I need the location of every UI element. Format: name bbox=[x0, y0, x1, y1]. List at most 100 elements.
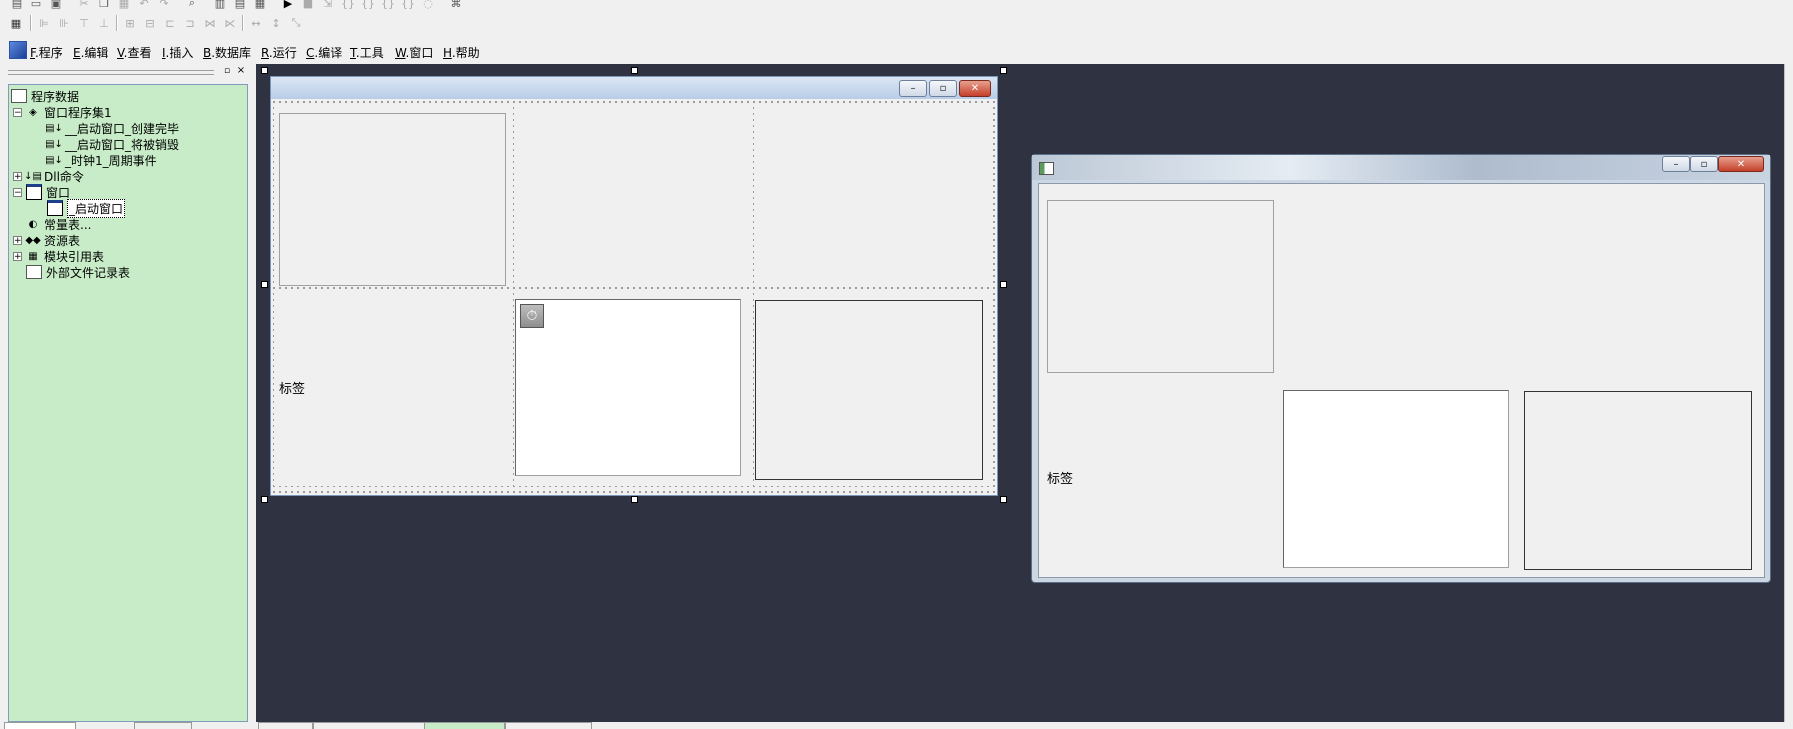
expand-icon[interactable]: + bbox=[13, 235, 22, 245]
resize-handle[interactable] bbox=[1000, 496, 1007, 503]
resize-handle[interactable] bbox=[261, 67, 268, 74]
same-width-icon[interactable]: ⊏ bbox=[162, 16, 178, 30]
design-form-titlebar[interactable]: – ▫ ✕ bbox=[271, 77, 997, 99]
calculator-icon[interactable]: ▦ bbox=[8, 16, 24, 30]
minimize-button[interactable]: – bbox=[899, 80, 927, 97]
save-icon[interactable]: ▣ bbox=[48, 0, 64, 10]
menu-bar: F.程序 E.编辑 V.查看 I.插入 B.数据库 R.运行 C.编译 T.工具… bbox=[0, 41, 1793, 63]
new-file-icon[interactable]: ▤ bbox=[9, 0, 25, 10]
layout-2-icon[interactable]: ▤ bbox=[232, 0, 248, 10]
resize-handle[interactable] bbox=[261, 496, 268, 503]
app-icon bbox=[9, 41, 27, 59]
close-button[interactable]: ✕ bbox=[959, 80, 991, 97]
height-icon[interactable]: ↕ bbox=[268, 16, 284, 30]
cut-icon[interactable]: ✂ bbox=[76, 0, 92, 10]
picture-box[interactable] bbox=[1283, 390, 1509, 568]
tree-item-window[interactable]: − 窗口 bbox=[13, 184, 70, 200]
menu-run[interactable]: R.运行 bbox=[261, 44, 297, 61]
binoculars-icon[interactable]: ⌘ bbox=[448, 0, 464, 10]
align-right-icon[interactable]: ⊪ bbox=[56, 16, 72, 30]
center-horizontal-icon[interactable]: ⊞ bbox=[122, 16, 138, 30]
same-height-icon[interactable]: ⊐ bbox=[182, 16, 198, 30]
maximize-button[interactable]: ▫ bbox=[929, 80, 957, 97]
tree-root[interactable]: 程序数据 bbox=[11, 88, 79, 104]
minimize-button[interactable]: – bbox=[1662, 156, 1690, 172]
window-app-icon bbox=[1039, 162, 1054, 175]
tree-item-constants[interactable]: ◐ 常量表... bbox=[26, 216, 92, 232]
close-button[interactable]: ✕ bbox=[1718, 156, 1764, 172]
table-cell[interactable] bbox=[274, 290, 510, 486]
run-window-titlebar[interactable]: – ▫ ✕ bbox=[1032, 155, 1770, 180]
open-file-icon[interactable]: ▭ bbox=[28, 0, 44, 10]
layout-1-icon[interactable]: ▥ bbox=[212, 0, 228, 10]
space-vertical-icon[interactable]: ⋉ bbox=[222, 16, 238, 30]
undo-icon[interactable]: ↶ bbox=[136, 0, 152, 10]
run-icon[interactable]: ▶ bbox=[280, 0, 296, 10]
table-cell[interactable] bbox=[514, 103, 750, 283]
tree-item-sub[interactable]: ▤↓ _时钟1_周期事件 bbox=[45, 152, 157, 168]
tree-item-dll[interactable]: + ↓▤ Dll命令 bbox=[13, 168, 84, 184]
tree-item-sub[interactable]: ▤↓ __启动窗口_将被销毁 bbox=[45, 136, 179, 152]
menu-compile[interactable]: C.编译 bbox=[306, 44, 342, 61]
menu-window[interactable]: W.窗口 bbox=[395, 44, 433, 61]
panel-grip[interactable] bbox=[8, 70, 214, 75]
label-control[interactable]: 标签 bbox=[279, 378, 305, 397]
menu-insert[interactable]: I.插入 bbox=[162, 44, 193, 61]
tree-item-sub[interactable]: ▤↓ __启动窗口_创建完毕 bbox=[45, 120, 179, 136]
breakpoint-icon[interactable]: ◌ bbox=[420, 0, 436, 10]
expand-icon[interactable]: + bbox=[13, 171, 22, 181]
paste-icon[interactable]: ▦ bbox=[116, 0, 132, 10]
resize-handle[interactable] bbox=[1000, 281, 1007, 288]
align-left-icon[interactable]: ⊫ bbox=[36, 16, 52, 30]
stop-icon[interactable]: ■ bbox=[300, 0, 316, 10]
redo-icon[interactable]: ↷ bbox=[156, 0, 172, 10]
step-over-icon[interactable]: {} bbox=[360, 0, 376, 10]
bottom-tab-strip bbox=[0, 722, 1793, 729]
layout-3-icon[interactable]: ▦ bbox=[252, 0, 268, 10]
design-form-window[interactable]: – ▫ ✕ 标签 ⏱ bbox=[270, 76, 998, 496]
picture-box[interactable]: ⏱ bbox=[515, 299, 741, 476]
frame-box[interactable] bbox=[279, 113, 506, 286]
run-window[interactable]: – ▫ ✕ 标签 bbox=[1031, 154, 1771, 583]
table-cell[interactable] bbox=[754, 103, 992, 283]
panel-pin-icon[interactable]: ▫ bbox=[222, 66, 232, 76]
tree-item-modules[interactable]: + ▦ 模块引用表 bbox=[13, 248, 104, 264]
align-top-icon[interactable]: ⊤ bbox=[76, 16, 92, 30]
module-ref-icon: ▦ bbox=[28, 250, 38, 262]
size-icon[interactable]: ⤡ bbox=[288, 16, 304, 30]
find-icon[interactable]: ⌕ bbox=[184, 0, 200, 10]
step-into-icon[interactable]: {} bbox=[340, 0, 356, 10]
collapse-icon[interactable]: − bbox=[13, 107, 22, 117]
menu-edit[interactable]: E.编辑 bbox=[73, 44, 108, 61]
tree-label: 程序数据 bbox=[31, 89, 80, 104]
center-vertical-icon[interactable]: ⊟ bbox=[142, 16, 158, 30]
step-icon[interactable]: ⇲ bbox=[320, 0, 336, 10]
tree-item-startup-window[interactable]: _启动窗口 bbox=[47, 198, 126, 218]
menu-database[interactable]: B.数据库 bbox=[203, 44, 251, 61]
resize-handle[interactable] bbox=[631, 67, 638, 74]
menu-view[interactable]: V.查看 bbox=[117, 44, 152, 61]
width-icon[interactable]: ↔ bbox=[248, 16, 264, 30]
collapse-icon[interactable]: − bbox=[13, 187, 22, 197]
timer-icon[interactable]: ⏱ bbox=[520, 304, 544, 328]
expand-icon[interactable]: + bbox=[13, 251, 22, 261]
resize-handle[interactable] bbox=[261, 281, 268, 288]
panel-close-icon[interactable]: × bbox=[236, 66, 246, 76]
menu-tools[interactable]: T.工具 bbox=[350, 44, 384, 61]
shape-box[interactable] bbox=[755, 300, 983, 480]
run-to-cursor-icon[interactable]: {} bbox=[400, 0, 416, 10]
align-bottom-icon[interactable]: ⊥ bbox=[96, 16, 112, 30]
menu-program[interactable]: F.程序 bbox=[30, 44, 63, 61]
vertical-scrollbar[interactable] bbox=[1784, 64, 1793, 724]
resize-handle[interactable] bbox=[631, 496, 638, 503]
maximize-button[interactable]: ▫ bbox=[1690, 156, 1718, 172]
run-window-client: 标签 bbox=[1038, 183, 1765, 578]
tree-item-external-files[interactable]: 外部文件记录表 bbox=[26, 264, 130, 280]
copy-icon[interactable]: ❐ bbox=[96, 0, 112, 10]
space-horizontal-icon[interactable]: ⋈ bbox=[202, 16, 218, 30]
step-out-icon[interactable]: {} bbox=[380, 0, 396, 10]
resize-handle[interactable] bbox=[1000, 67, 1007, 74]
menu-help[interactable]: H.帮助 bbox=[443, 44, 480, 61]
tree-item-assembly[interactable]: − ◈ 窗口程序集1 bbox=[13, 104, 112, 120]
tree-item-resources[interactable]: + ◆◆ 资源表 bbox=[13, 232, 80, 248]
